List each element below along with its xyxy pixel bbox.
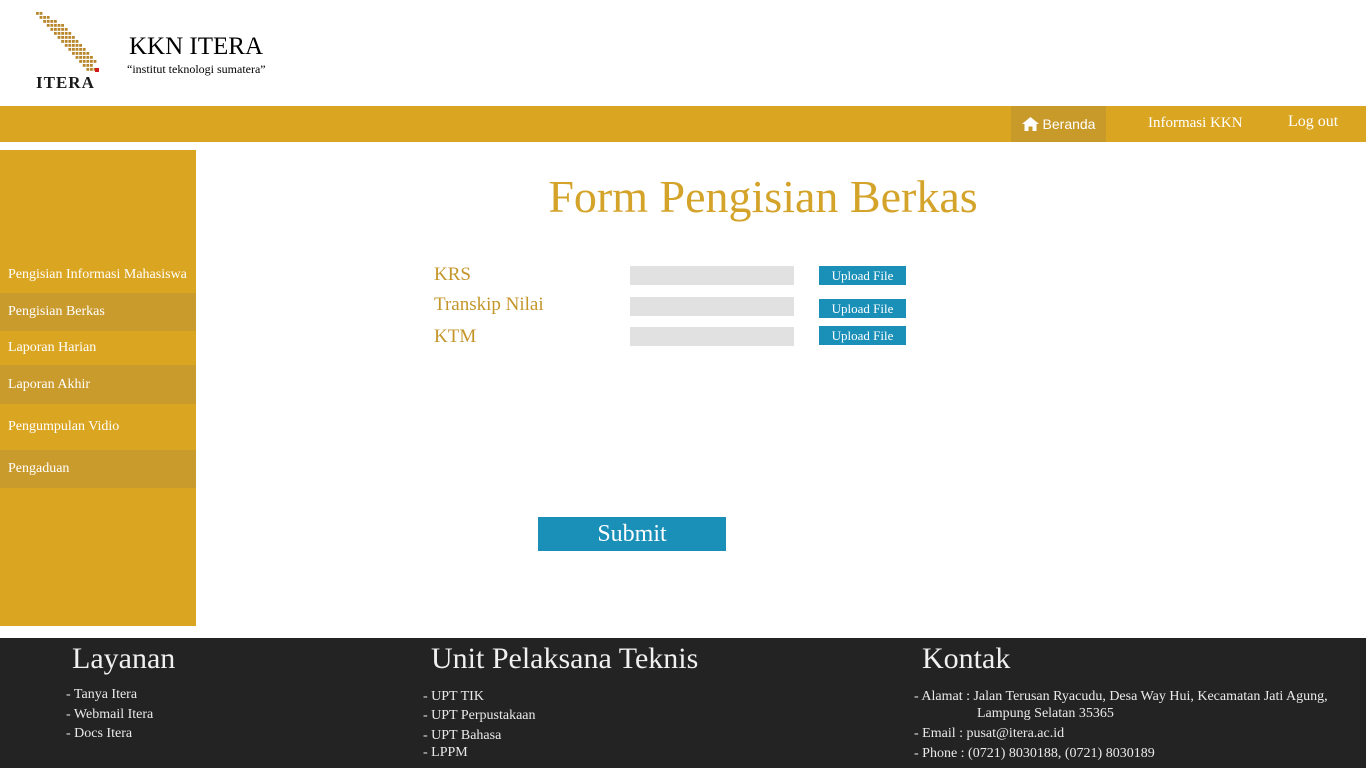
nav-informasi-kkn[interactable]: Informasi KKN <box>1148 115 1243 132</box>
itera-logo[interactable]: ITERA <box>34 10 104 92</box>
submit-button[interactable]: Submit <box>538 517 726 551</box>
field-label-transkip-nilai: Transkip Nilai <box>434 294 544 315</box>
footer-alamat-line2: Lampung Selatan 35365 <box>977 706 1114 721</box>
footer-email: - Email : pusat@itera.ac.id <box>914 726 1065 741</box>
site-footer: Layanan - Tanya Itera - Webmail Itera - … <box>0 638 1366 768</box>
sidebar-item-laporan-harian[interactable]: Laporan Harian <box>0 330 196 365</box>
field-label-ktm: KTM <box>434 326 477 347</box>
footer-link-tanya-itera[interactable]: - Tanya Itera <box>66 687 137 703</box>
nav-home-button[interactable]: Beranda <box>1011 106 1106 142</box>
transkip-file-input[interactable] <box>630 297 794 316</box>
home-icon <box>1021 117 1039 131</box>
sumatra-map-icon <box>36 12 99 72</box>
footer-link-upt-tik[interactable]: - UPT TIK <box>423 689 484 705</box>
sidebar-item-informasi-mahasiswa[interactable]: Pengisian Informasi Mahasiswa <box>0 256 196 294</box>
field-label-krs: KRS <box>434 264 471 285</box>
sidebar-item-pengaduan[interactable]: Pengaduan <box>0 450 196 488</box>
krs-file-input[interactable] <box>630 266 794 285</box>
nav-logout[interactable]: Log out <box>1288 113 1338 131</box>
site-tagline: “institut teknologi sumatera” <box>127 62 266 76</box>
sidebar-item-pengumpulan-vidio[interactable]: Pengumpulan Vidio <box>0 404 196 450</box>
ktm-upload-button[interactable]: Upload File <box>819 326 906 345</box>
ktm-file-input[interactable] <box>630 327 794 346</box>
page-title: Form Pengisian Berkas <box>548 171 978 222</box>
sidebar-item-laporan-akhir[interactable]: Laporan Akhir <box>0 365 196 404</box>
logo-text: ITERA <box>36 73 95 92</box>
footer-layanan-title: Layanan <box>72 642 176 675</box>
footer-phone: - Phone : (0721) 8030188, (0721) 8030189 <box>914 746 1155 761</box>
footer-link-upt-bahasa[interactable]: - UPT Bahasa <box>423 728 501 744</box>
footer-upt-title: Unit Pelaksana Teknis <box>431 642 699 675</box>
site-title: KKN ITERA <box>129 33 264 60</box>
footer-alamat: - Alamat : Jalan Terusan Ryacudu, Desa W… <box>914 689 1328 704</box>
krs-upload-button[interactable]: Upload File <box>819 266 906 285</box>
nav-home-label: Beranda <box>1042 116 1096 132</box>
footer-link-lppm[interactable]: - LPPM <box>423 745 468 761</box>
top-navbar: Beranda Informasi KKN Log out <box>0 106 1366 142</box>
footer-link-upt-perpustakaan[interactable]: - UPT Perpustakaan <box>423 708 536 724</box>
site-header: ITERA KKN ITERA “institut teknologi suma… <box>0 0 1366 106</box>
footer-link-docs-itera[interactable]: - Docs Itera <box>66 726 132 742</box>
footer-kontak-title: Kontak <box>922 642 1011 675</box>
footer-link-webmail-itera[interactable]: - Webmail Itera <box>66 707 153 723</box>
transkip-upload-button[interactable]: Upload File <box>819 299 906 318</box>
sidebar-item-pengisian-berkas[interactable]: Pengisian Berkas <box>0 293 196 331</box>
